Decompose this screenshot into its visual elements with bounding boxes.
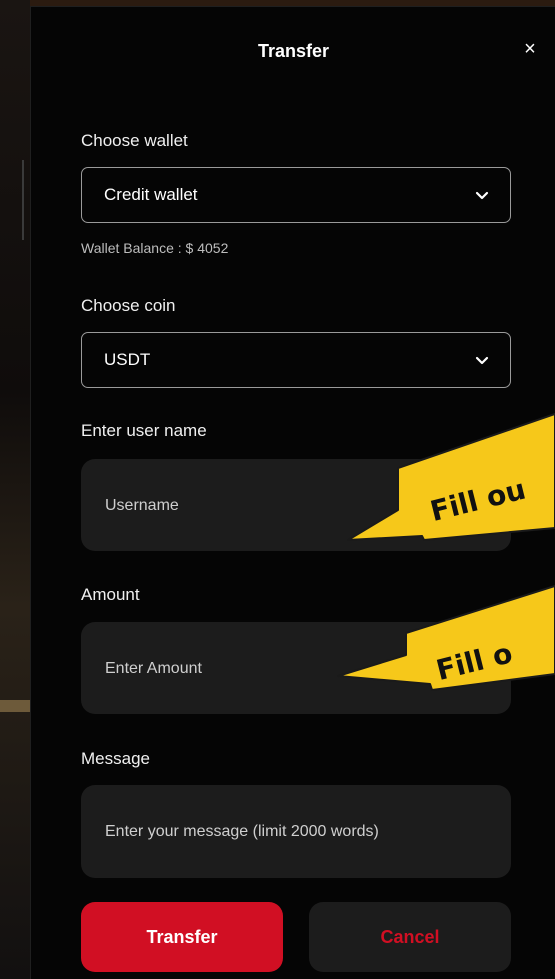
amount-label: Amount (81, 585, 140, 604)
coin-select-value: USDT (104, 350, 151, 369)
message-label: Message (81, 749, 150, 768)
username-input[interactable]: Username (81, 459, 511, 551)
amount-input[interactable]: Enter Amount (81, 622, 511, 714)
close-icon[interactable]: × (518, 37, 542, 61)
transfer-button[interactable]: Transfer (81, 902, 283, 972)
coin-label: Choose coin (81, 296, 176, 315)
amount-placeholder: Enter Amount (105, 660, 202, 677)
chevron-down-icon (475, 191, 489, 200)
wallet-balance: Wallet Balance : $ 4052 (81, 240, 229, 256)
message-placeholder: Enter your message (limit 2000 words) (105, 823, 379, 840)
username-placeholder: Username (105, 497, 179, 514)
background-divider (22, 160, 24, 240)
chevron-down-icon (475, 356, 489, 365)
message-input[interactable]: Enter your message (limit 2000 words) (81, 785, 511, 878)
modal-title: Transfer (257, 41, 330, 61)
cancel-button[interactable]: Cancel (309, 902, 511, 972)
background-page (0, 0, 30, 979)
transfer-modal: Transfer × Choose wallet Credit wallet W… (30, 6, 555, 979)
wallet-label: Choose wallet (81, 131, 188, 150)
screen: Transfer × Choose wallet Credit wallet W… (0, 0, 555, 979)
wallet-select-value: Credit wallet (104, 185, 198, 204)
coin-select[interactable]: USDT (81, 332, 511, 388)
background-bar (0, 700, 30, 712)
username-label: Enter user name (81, 421, 207, 440)
wallet-select[interactable]: Credit wallet (81, 167, 511, 223)
